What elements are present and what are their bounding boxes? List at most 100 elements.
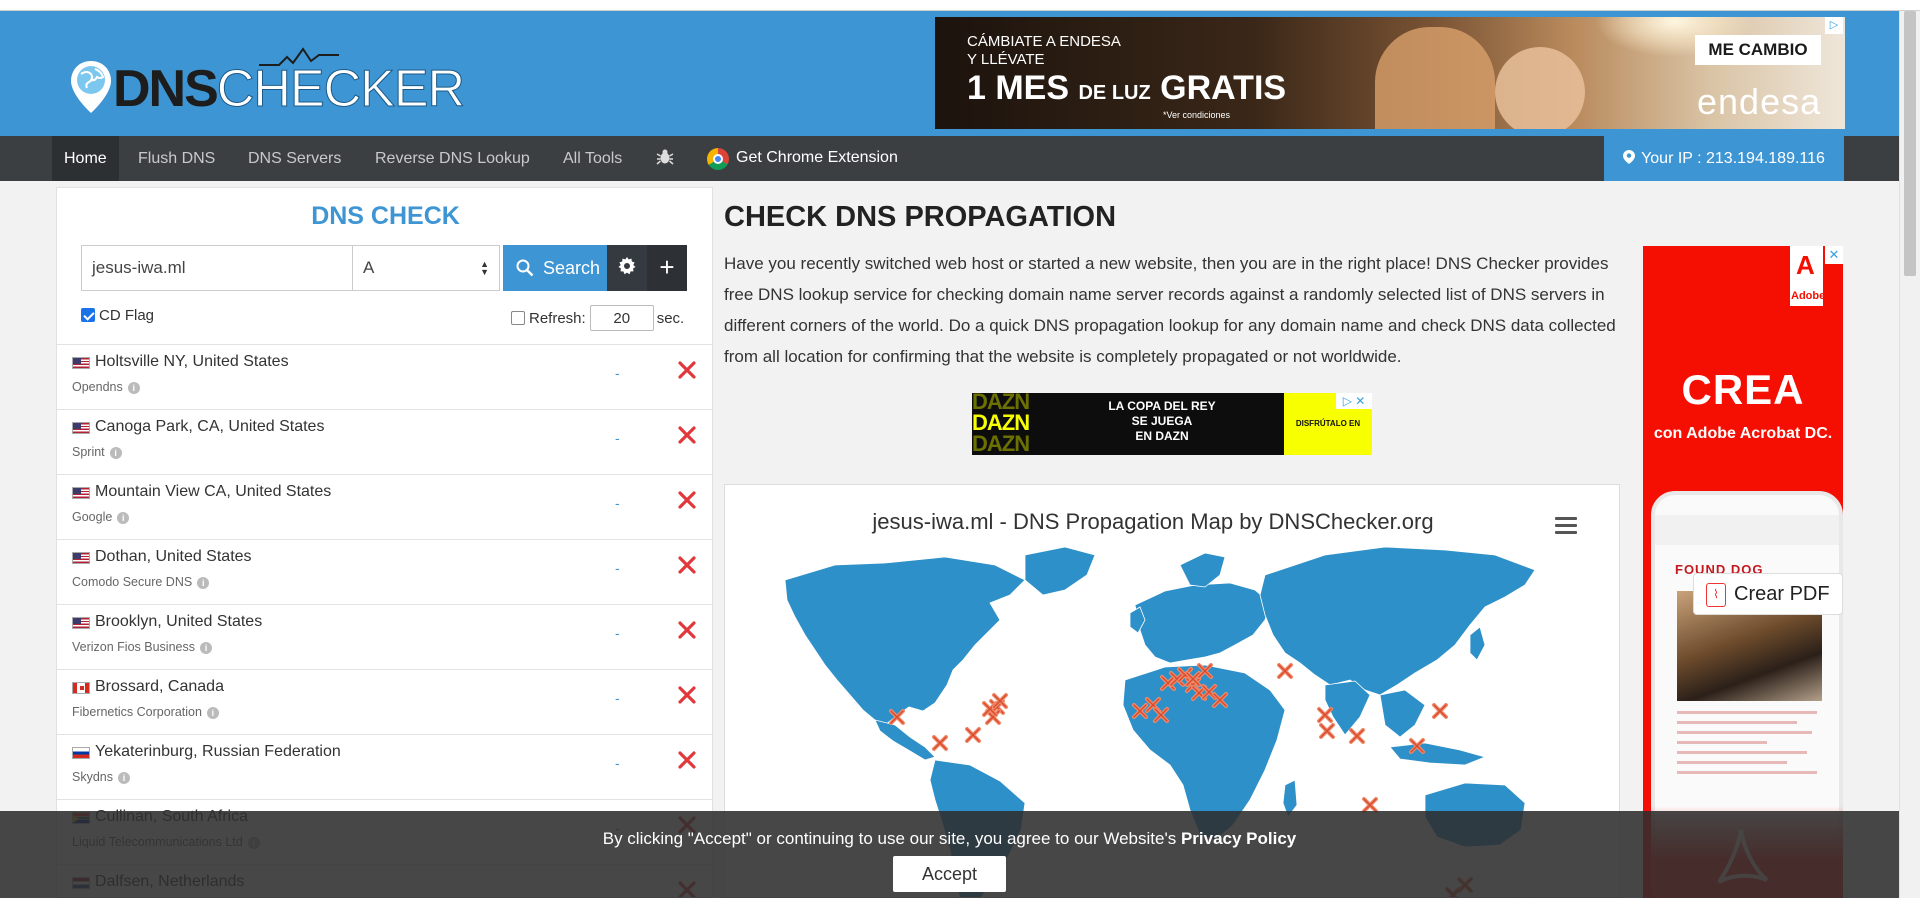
page-title: CHECK DNS PROPAGATION (724, 201, 1117, 233)
result-provider: Comodo Secure DNS i (72, 575, 210, 589)
refresh-control: Refresh: 20 sec. (511, 305, 684, 332)
plus-icon: + (659, 252, 675, 282)
refresh-checkbox[interactable] (511, 311, 525, 325)
refresh-seconds-input[interactable]: 20 (589, 305, 654, 331)
result-location: Dothan, United States (95, 548, 252, 565)
checkbox-checked-icon[interactable] (81, 308, 95, 322)
privacy-policy-link[interactable]: Privacy Policy (1181, 829, 1296, 848)
endesa-banner-ad[interactable]: CÁMBIATE A ENDESA Y LLÉVATE 1 MES DE LUZ … (935, 17, 1845, 129)
dnschecker-logo[interactable]: DNSCHECKER (69, 47, 466, 118)
adchoices-icon[interactable]: ▷ (1825, 17, 1843, 34)
result-location: Canoga Park, CA, United States (95, 418, 325, 435)
ad-close-icon[interactable]: ✕ (1825, 246, 1843, 264)
site-header: DNSCHECKER CÁMBIATE A ENDESA Y LLÉVATE 1 … (0, 11, 1899, 136)
result-value: - (615, 365, 620, 381)
provider-name: Skydns (72, 770, 113, 784)
dazn-logo-3: DAZN (972, 431, 1030, 455)
result-value: - (615, 690, 620, 706)
ip-text: Your IP : 213.194.189.116 (1641, 150, 1825, 167)
nav-flush-dns[interactable]: Flush DNS (126, 136, 227, 181)
create-pdf-label: Crear PDF (1734, 583, 1830, 605)
japan (1469, 626, 1486, 661)
adobe-a-icon: A (1796, 250, 1815, 280)
info-icon[interactable]: i (127, 382, 140, 394)
info-icon[interactable]: i (197, 577, 210, 589)
map-fail-marker (1319, 723, 1335, 739)
result-location: Yekaterinburg, Russian Federation (95, 743, 341, 760)
dazn-logo-stack: DAZN DAZN DAZN (972, 393, 1050, 455)
info-icon[interactable]: i (109, 447, 122, 459)
dns-check-panel: DNS CHECK jesus-iwa.ml A ▲ ▼ Search + CD … (56, 187, 713, 898)
dazn-logo-2: DAZN (972, 410, 1030, 435)
flag-ru-icon (72, 747, 90, 759)
ad-headline-a: 1 MES (967, 69, 1079, 107)
indonesia (1389, 742, 1487, 766)
provider-name: Google (72, 510, 113, 524)
ad-headline-b: GRATIS (1150, 69, 1287, 107)
record-type-value: A (363, 258, 375, 277)
cookie-message: By clicking "Accept" or continuing to us… (602, 829, 1181, 848)
southeast-asia (1379, 689, 1426, 738)
map-fail-marker (965, 727, 981, 743)
refresh-unit: sec. (656, 310, 685, 327)
map-fail-marker (932, 735, 948, 751)
create-pdf-button[interactable]: ⌇ Crear PDF (1693, 573, 1843, 615)
cd-flag-checkbox[interactable]: CD Flag (81, 307, 154, 324)
fail-x-icon (678, 686, 696, 704)
info-icon[interactable]: i (117, 512, 130, 524)
adobe-logo: A Adobe (1790, 246, 1825, 306)
ad-advertiser-logo: endesa (1697, 81, 1822, 122)
result-row: Holtsville NY, United States Opendns i - (57, 344, 712, 409)
result-value: - (615, 560, 620, 576)
result-row: Dothan, United States Comodo Secure DNS i - (57, 539, 712, 604)
fail-x-icon (678, 621, 696, 639)
page-scrollbar[interactable] (1899, 11, 1920, 898)
nav-dns-servers[interactable]: DNS Servers (236, 136, 353, 181)
settings-button[interactable] (607, 245, 647, 291)
fail-x-icon (678, 361, 696, 379)
dazn-line2: SE JUEGA (1131, 414, 1193, 428)
europe (1134, 582, 1271, 664)
map-fail-marker (1317, 707, 1333, 723)
refresh-label: Refresh: (529, 310, 586, 327)
result-row: Yekaterinburg, Russian Federation Skydns i… (57, 734, 712, 799)
result-provider: Skydns i (72, 770, 130, 784)
nav-all-tools[interactable]: All Tools (551, 136, 634, 181)
info-icon[interactable]: i (118, 772, 130, 784)
adobe-side-ad[interactable]: A Adobe ✕ CREA con Adobe Acrobat DC. FOU… (1643, 246, 1843, 898)
result-provider: Google i (72, 510, 130, 524)
nav-home[interactable]: Home (52, 136, 119, 181)
main-nav: Home Flush DNS DNS Servers Reverse DNS L… (0, 136, 1899, 181)
gear-icon (618, 257, 636, 275)
your-ip-box: Your IP : 213.194.189.116 (1604, 136, 1844, 181)
provider-name: Sprint (72, 445, 105, 459)
mother-figure (1375, 27, 1495, 129)
cookie-consent-bar: By clicking "Accept" or continuing to us… (0, 811, 1899, 898)
nav-chrome-extension[interactable]: Get Chrome Extension (736, 136, 898, 181)
info-icon[interactable]: i (206, 707, 219, 719)
scrollbar-thumb[interactable] (1904, 11, 1916, 276)
cookie-text: By clicking "Accept" or continuing to us… (0, 829, 1899, 849)
adchoices-close-icon[interactable]: ▷ ✕ (1336, 393, 1372, 409)
info-icon[interactable]: i (199, 642, 212, 654)
ad-cta-button[interactable]: ME CAMBIO (1695, 35, 1821, 65)
ad-headline: 1 MES DE LUZ GRATIS (967, 69, 1286, 108)
accept-button[interactable]: Accept (893, 856, 1006, 892)
dazn-banner-ad[interactable]: DAZN DAZN DAZN LA COPA DEL REY SE JUEGA EN… (972, 393, 1372, 455)
scandinavia (1179, 552, 1226, 588)
result-row: Mountain View CA, United States Google i - (57, 474, 712, 539)
page-description: Have you recently switched web host or s… (724, 254, 1616, 366)
add-button[interactable]: + (647, 245, 687, 291)
adobe-subline: con Adobe Acrobat DC. (1653, 425, 1833, 442)
domain-input[interactable]: jesus-iwa.ml (81, 245, 353, 291)
result-row: Brooklyn, United States Verizon Fios Busi… (57, 604, 712, 669)
nav-bug[interactable] (644, 136, 684, 181)
result-value: - (615, 495, 620, 511)
nav-reverse-dns[interactable]: Reverse DNS Lookup (363, 136, 542, 181)
flag-us-icon (72, 422, 90, 434)
map-fail-marker (1277, 663, 1293, 679)
globe-pin-icon (71, 61, 111, 113)
search-button[interactable]: Search (503, 245, 607, 291)
flag-us-icon (72, 487, 90, 499)
record-type-select[interactable]: A ▲ ▼ (353, 245, 500, 291)
